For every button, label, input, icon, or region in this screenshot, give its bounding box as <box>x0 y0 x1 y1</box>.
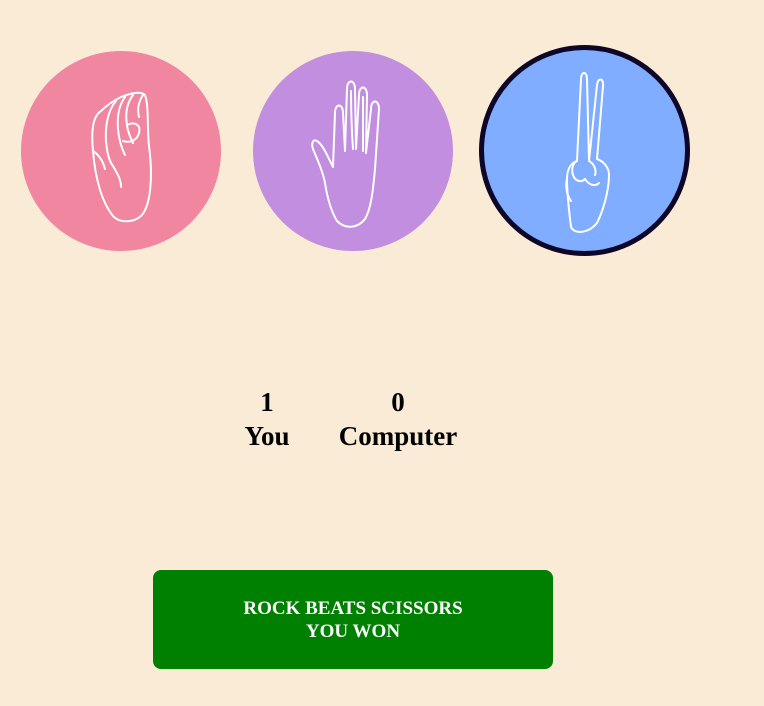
player-score-value: 1 <box>260 387 274 417</box>
open-hand-icon <box>311 80 380 228</box>
computer-score: 0 Computer <box>326 385 470 453</box>
peace-hand-icon <box>564 71 610 233</box>
scissors-button[interactable] <box>479 45 690 256</box>
result-outcome: YOU WON <box>305 620 401 642</box>
player-score-label: You <box>244 421 290 451</box>
computer-score-label: Computer <box>338 421 458 451</box>
fist-icon <box>91 91 152 223</box>
rock-button[interactable] <box>21 51 221 251</box>
result-banner: ROCK BEATS SCISSORS YOU WON <box>153 570 553 669</box>
paper-button[interactable] <box>253 51 453 251</box>
game-stage: 1 You 0 Computer ROCK BEATS SCISSORS YOU… <box>0 0 764 706</box>
computer-score-value: 0 <box>391 387 405 417</box>
player-score: 1 You <box>236 385 298 453</box>
result-message: ROCK BEATS SCISSORS <box>243 597 463 619</box>
